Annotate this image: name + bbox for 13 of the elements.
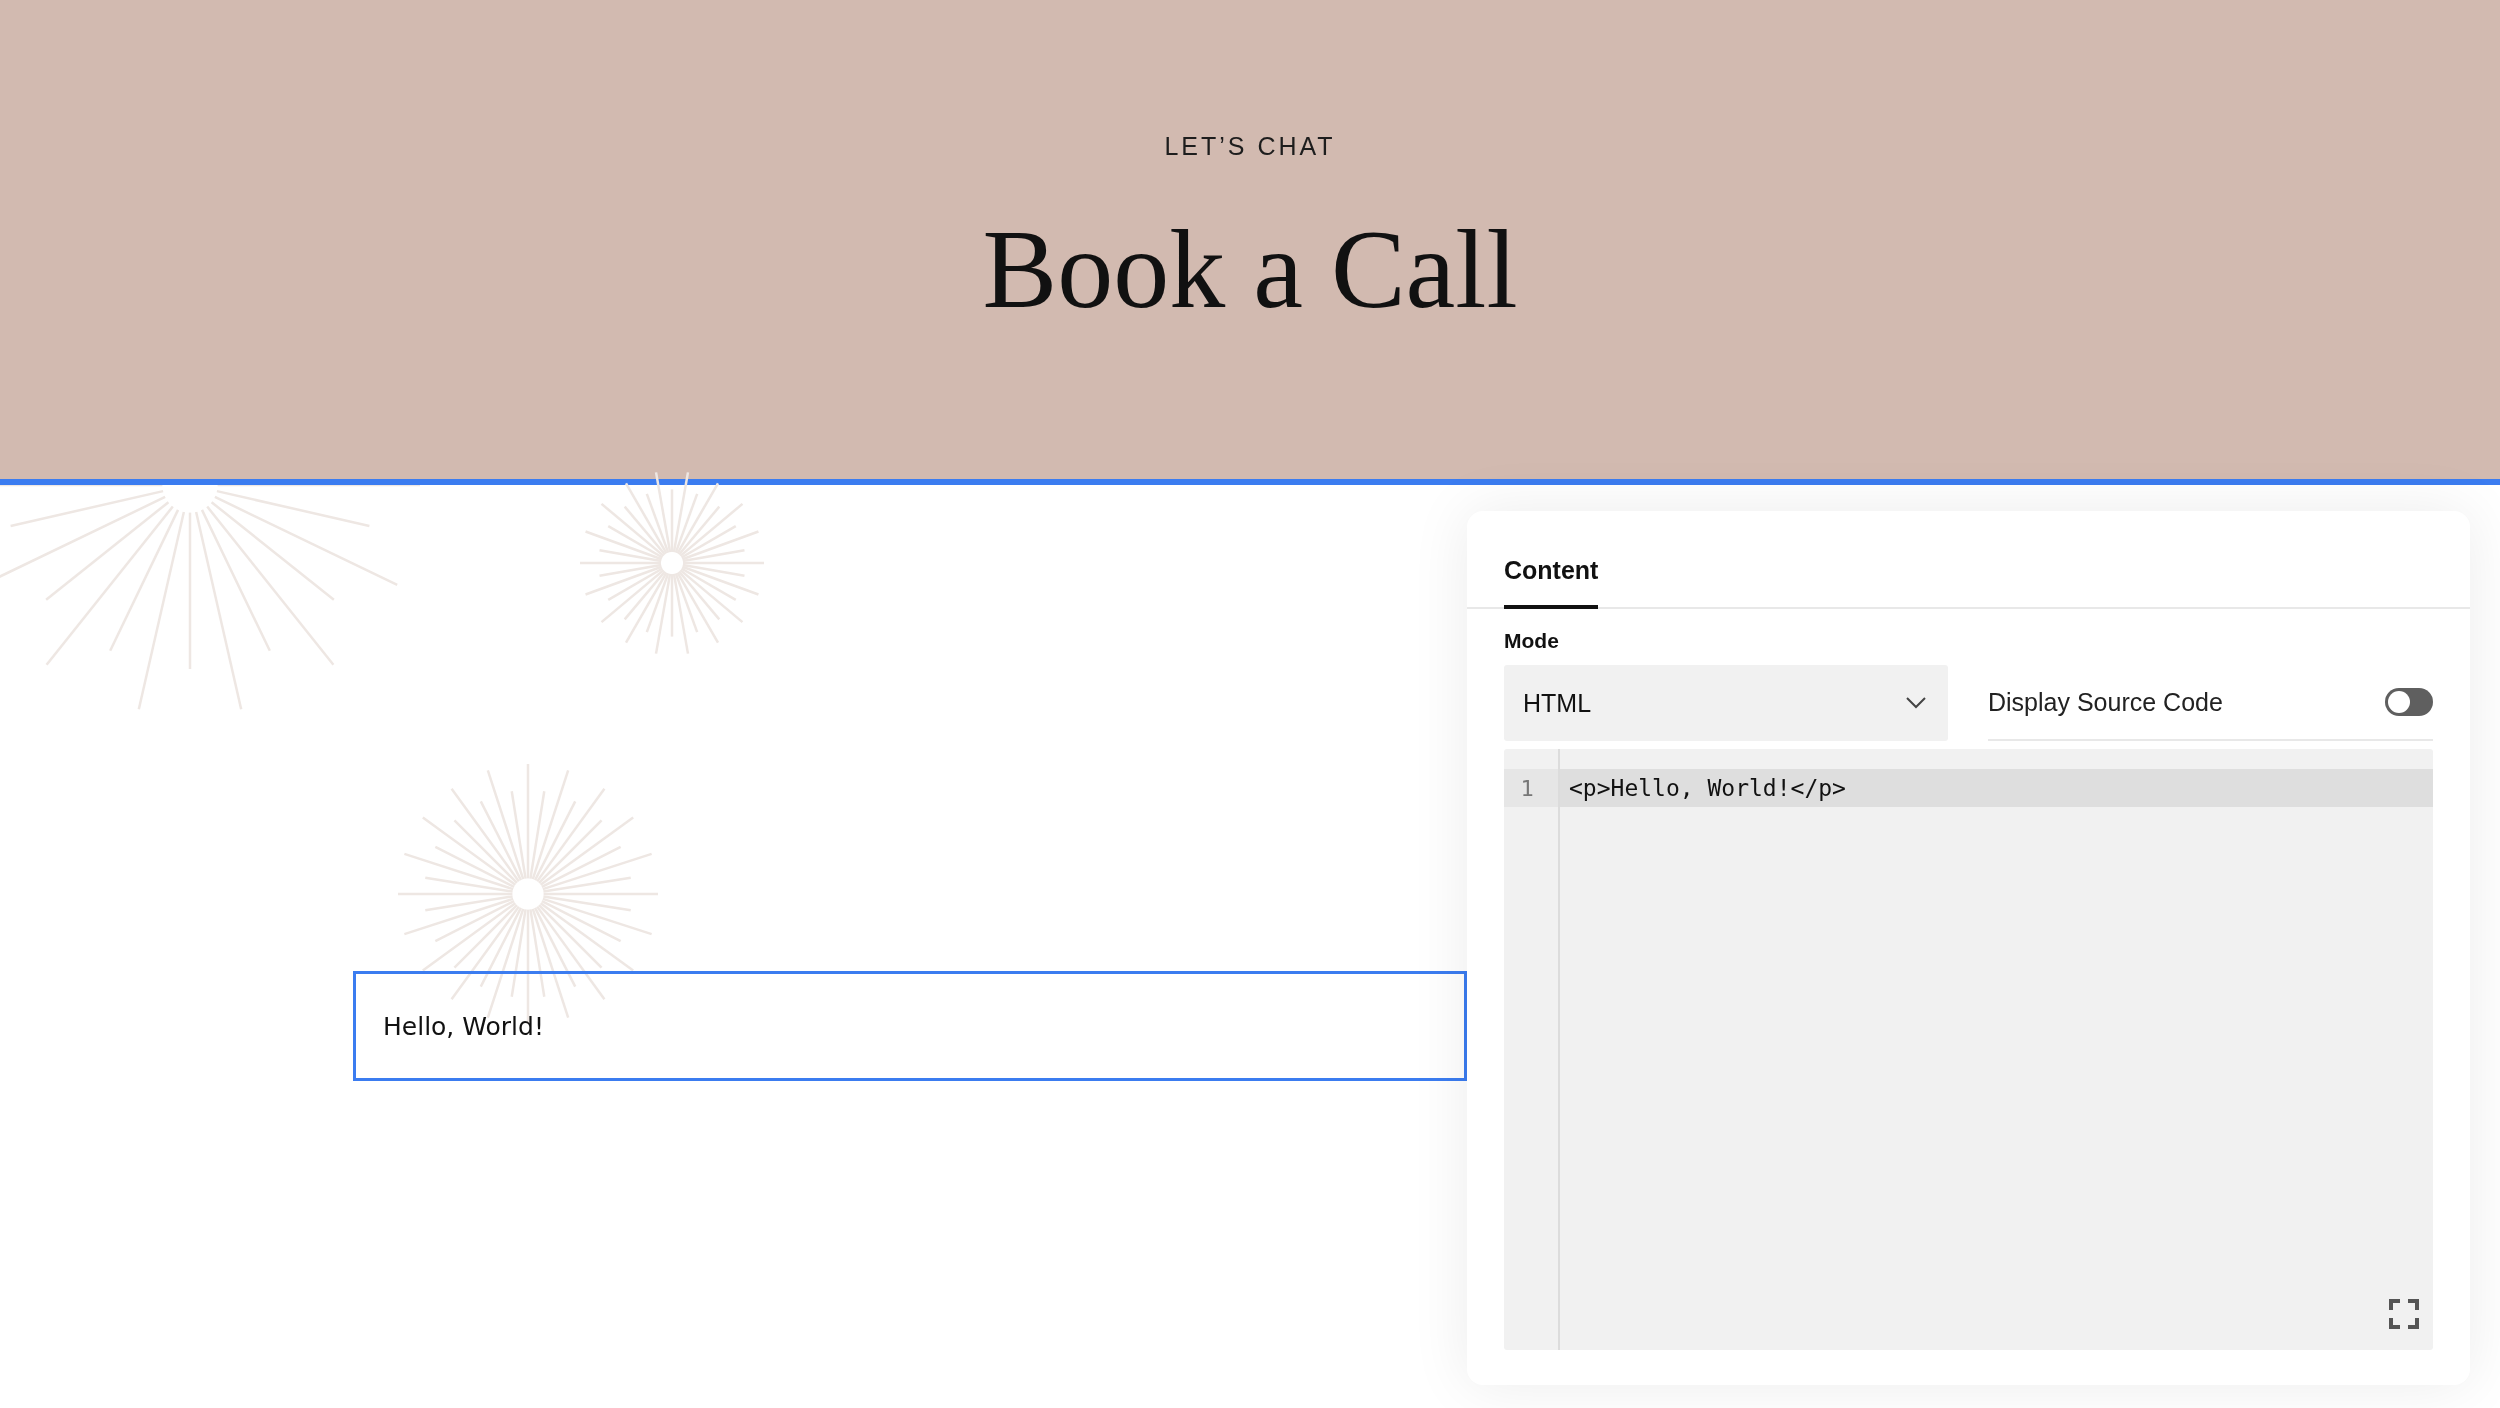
panel-tab[interactable]: Content <box>1504 556 1599 609</box>
page-title: Book a Call <box>982 213 1518 325</box>
expand-icon[interactable] <box>2389 1299 2419 1329</box>
chevron-down-icon <box>1906 697 1926 709</box>
code-editor[interactable]: 1 <p>Hello, World!</p> <box>1504 749 2433 1350</box>
mode-label: Mode <box>1504 629 1560 653</box>
mode-select[interactable]: HTML <box>1504 665 1948 741</box>
toggle-label: Display Source Code <box>1988 687 2223 717</box>
eyebrow-text: LET’S CHAT <box>1164 132 1336 161</box>
toggle-switch[interactable] <box>2385 688 2433 716</box>
text-block[interactable]: Hello, World! <box>353 971 1467 1081</box>
line-number: 1 <box>1504 769 1558 807</box>
text-content: Hello, World! <box>383 1011 544 1041</box>
